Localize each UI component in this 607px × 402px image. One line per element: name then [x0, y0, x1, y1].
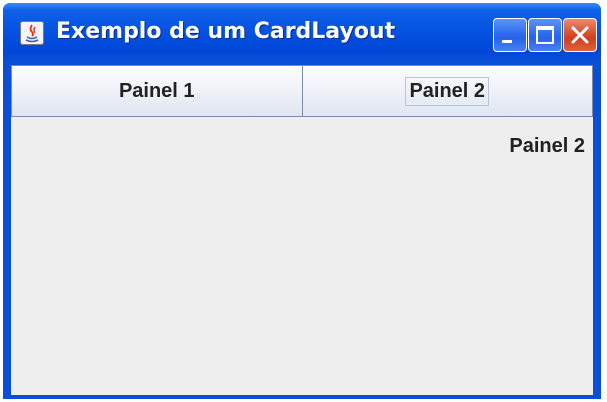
java-icon[interactable]	[20, 21, 44, 45]
close-icon	[571, 26, 589, 44]
title-bar[interactable]: Exemplo de um CardLayout	[3, 3, 601, 63]
minimize-icon	[502, 40, 512, 43]
maximize-button[interactable]	[528, 18, 562, 52]
content-pane: Painel 1 Painel 2 Painel 2	[11, 65, 593, 395]
minimize-button[interactable]	[493, 18, 527, 52]
button-bar: Painel 1 Painel 2	[11, 65, 593, 117]
painel-2-button-label: Painel 2	[405, 76, 490, 106]
window-title: Exemplo de um CardLayout	[56, 19, 396, 44]
painel-2-button[interactable]: Painel 2	[301, 65, 593, 117]
close-button[interactable]	[563, 18, 597, 52]
painel-1-button[interactable]: Painel 1	[11, 65, 303, 117]
card-panel-label: Painel 2	[509, 135, 585, 157]
maximize-icon	[536, 26, 554, 44]
app-window: Exemplo de um CardLayout Painel 1 Painel…	[3, 3, 601, 399]
painel-1-button-label: Painel 1	[118, 79, 195, 102]
